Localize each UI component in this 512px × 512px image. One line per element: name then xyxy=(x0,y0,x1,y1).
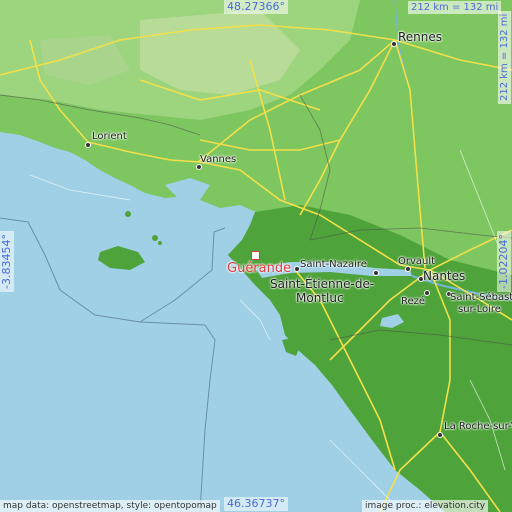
place-nantes[interactable]: Nantes xyxy=(423,270,465,282)
place-saint-sebastien-line1[interactable]: Saint-Sébastien- xyxy=(450,292,512,304)
place-guerande-highlight[interactable]: Guérande xyxy=(227,261,291,276)
rennes-marker xyxy=(391,41,397,47)
place-lorient[interactable]: Lorient xyxy=(92,131,127,143)
attribution-left: map data: openstreetmap, style: opentopo… xyxy=(0,500,220,512)
la-roche-marker xyxy=(437,432,443,438)
place-rennes[interactable]: Rennes xyxy=(398,31,442,43)
place-saint-sebastien-line2[interactable]: sur-Loire xyxy=(458,304,501,316)
saint-etienne-marker xyxy=(373,270,379,276)
longitude-left-label: -3.83454° xyxy=(0,231,14,292)
latitude-bottom-label: 46.36737° xyxy=(224,497,288,511)
latitude-top-label: 48.27366° xyxy=(224,0,288,14)
guerande-marker-icon[interactable] xyxy=(251,251,260,260)
longitude-right-label: -1.02204° xyxy=(497,231,511,292)
place-saint-nazaire[interactable]: Saint-Nazaire xyxy=(300,259,367,271)
place-la-roche-sur-yon[interactable]: La Roche-sur-Yon xyxy=(444,421,512,433)
place-orvault[interactable]: Orvault xyxy=(398,256,435,268)
scale-top-label: 212 km = 132 mi xyxy=(408,1,502,14)
lorient-marker xyxy=(85,142,91,148)
place-saint-etienne-line2[interactable]: Montluc xyxy=(296,292,344,304)
map[interactable]: 48.27366° 46.36737° -3.83454° -1.02204° … xyxy=(0,0,512,512)
attribution-right: image proc.: elevation.city xyxy=(362,500,489,512)
place-reze[interactable]: Rezé xyxy=(401,296,425,308)
place-saint-etienne-line1[interactable]: Saint-Étienne-de- xyxy=(270,278,374,290)
place-vannes[interactable]: Vannes xyxy=(200,154,236,166)
scale-right-label: 212 km = 132 mi xyxy=(498,10,511,104)
